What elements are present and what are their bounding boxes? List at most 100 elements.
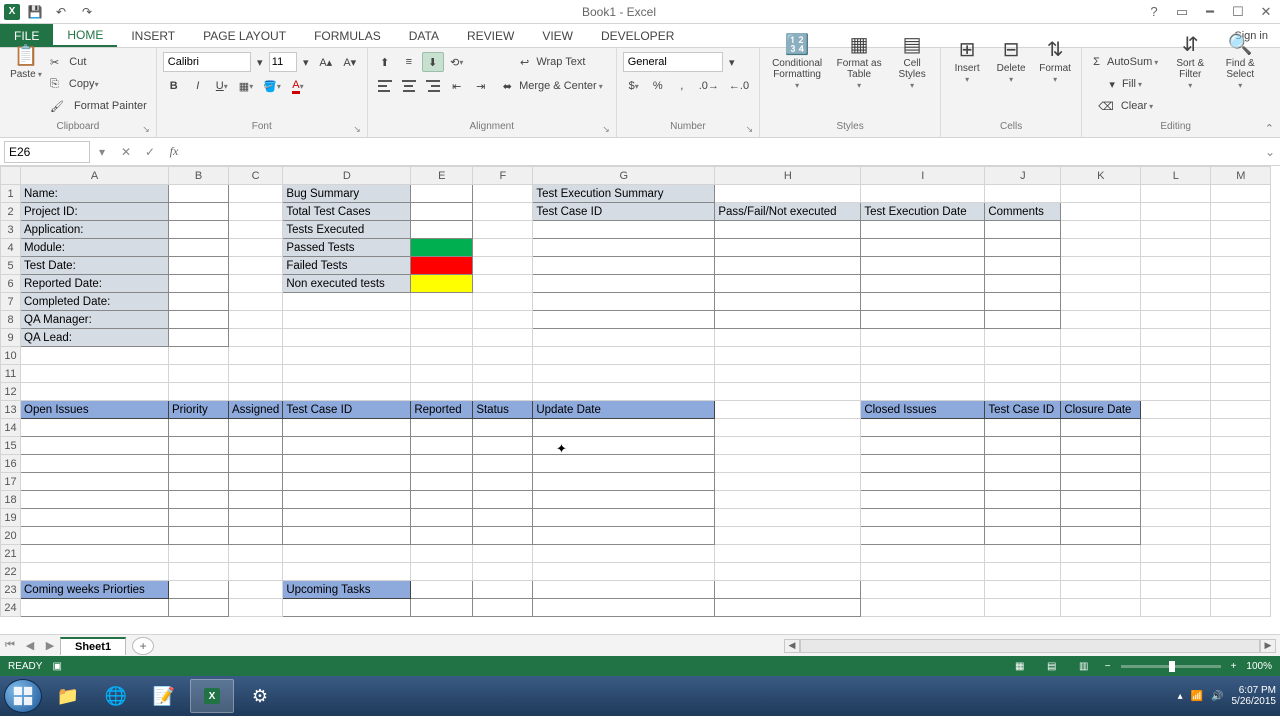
row-header[interactable]: 5 xyxy=(1,257,21,275)
cell[interactable] xyxy=(861,221,985,239)
cell[interactable] xyxy=(985,293,1061,311)
cell[interactable] xyxy=(473,563,533,581)
cell[interactable] xyxy=(1141,563,1211,581)
cell[interactable] xyxy=(229,527,283,545)
cell[interactable] xyxy=(985,563,1061,581)
cell[interactable] xyxy=(169,203,229,221)
tab-home[interactable]: HOME xyxy=(53,24,117,47)
cell[interactable] xyxy=(169,473,229,491)
cell[interactable] xyxy=(985,437,1061,455)
cell[interactable] xyxy=(1211,329,1271,347)
cell[interactable] xyxy=(473,293,533,311)
cell[interactable] xyxy=(473,527,533,545)
sort-filter-button[interactable]: ⇵Sort & Filter xyxy=(1167,52,1213,72)
cell[interactable] xyxy=(715,437,861,455)
cell[interactable] xyxy=(21,419,169,437)
cell[interactable] xyxy=(861,509,985,527)
clear-button[interactable]: ⌫ Clear xyxy=(1088,96,1163,116)
cell[interactable] xyxy=(1141,311,1211,329)
cell[interactable] xyxy=(715,221,861,239)
qat-redo-button[interactable]: ↷ xyxy=(76,2,98,22)
cell[interactable] xyxy=(861,599,985,617)
delete-cells-button[interactable]: ⊟Delete xyxy=(991,52,1031,72)
cell[interactable] xyxy=(411,419,473,437)
cell[interactable] xyxy=(533,365,715,383)
cell[interactable] xyxy=(21,491,169,509)
row-header[interactable]: 6 xyxy=(1,275,21,293)
cell[interactable] xyxy=(411,203,473,221)
font-name-dropdown[interactable]: ▾ xyxy=(253,52,267,72)
cell[interactable] xyxy=(283,455,411,473)
cell[interactable]: Closed Issues xyxy=(861,401,985,419)
cell[interactable] xyxy=(229,455,283,473)
sheet-nav-prev[interactable]: ◀ xyxy=(20,639,40,652)
cell[interactable] xyxy=(473,545,533,563)
cell[interactable] xyxy=(1211,545,1271,563)
col-header-M[interactable]: M xyxy=(1211,167,1271,185)
cell[interactable]: Name: xyxy=(21,185,169,203)
cell[interactable] xyxy=(283,347,411,365)
name-box-input[interactable] xyxy=(4,141,90,163)
percent-format-button[interactable]: % xyxy=(647,76,669,96)
cell[interactable] xyxy=(229,347,283,365)
cell[interactable] xyxy=(715,509,861,527)
cell[interactable] xyxy=(229,239,283,257)
window-close-button[interactable]: ✕ xyxy=(1252,1,1280,23)
cell[interactable] xyxy=(1211,401,1271,419)
cell[interactable] xyxy=(533,221,715,239)
formula-input[interactable] xyxy=(186,141,1260,163)
cell[interactable] xyxy=(715,185,861,203)
tray-volume-icon[interactable]: 🔊 xyxy=(1211,691,1223,702)
wrap-text-button[interactable]: ↩ Wrap Text xyxy=(496,52,610,72)
cell[interactable] xyxy=(283,437,411,455)
insert-cells-button[interactable]: ⊞Insert xyxy=(947,52,987,72)
cell[interactable] xyxy=(411,221,473,239)
cell[interactable] xyxy=(1211,581,1271,599)
cell[interactable]: Priority xyxy=(169,401,229,419)
font-size-dropdown[interactable]: ▾ xyxy=(299,52,313,72)
cell[interactable] xyxy=(411,491,473,509)
cell[interactable] xyxy=(1141,275,1211,293)
cell[interactable] xyxy=(1061,329,1141,347)
cell[interactable] xyxy=(533,257,715,275)
cell[interactable] xyxy=(473,275,533,293)
cell[interactable] xyxy=(229,581,283,599)
cell[interactable] xyxy=(473,419,533,437)
cell[interactable] xyxy=(473,473,533,491)
cell[interactable] xyxy=(229,257,283,275)
cancel-formula-button[interactable]: ✕ xyxy=(114,140,138,164)
cell[interactable]: Upcoming Tasks xyxy=(283,581,411,599)
cell[interactable] xyxy=(229,563,283,581)
decrease-decimal-button[interactable]: ←.0 xyxy=(725,76,753,96)
cell[interactable] xyxy=(473,221,533,239)
cell[interactable] xyxy=(1141,257,1211,275)
cell[interactable] xyxy=(473,347,533,365)
cell[interactable]: Reported xyxy=(411,401,473,419)
cell[interactable] xyxy=(283,365,411,383)
cell[interactable]: Total Test Cases xyxy=(283,203,411,221)
cell[interactable] xyxy=(1211,527,1271,545)
align-middle-button[interactable]: ≡ xyxy=(398,52,420,72)
sheet-nav-first[interactable]: ⏮ xyxy=(0,639,20,652)
cell[interactable]: Failed Tests xyxy=(283,257,411,275)
cell[interactable] xyxy=(1061,257,1141,275)
cell[interactable] xyxy=(985,455,1061,473)
col-header-D[interactable]: D xyxy=(283,167,411,185)
cell[interactable] xyxy=(715,293,861,311)
cell[interactable] xyxy=(1061,239,1141,257)
cell[interactable] xyxy=(1211,257,1271,275)
cell[interactable] xyxy=(985,329,1061,347)
zoom-out-button[interactable]: − xyxy=(1105,661,1111,672)
clipboard-launcher-icon[interactable]: ↘ xyxy=(142,124,150,135)
cell[interactable] xyxy=(283,383,411,401)
cell[interactable] xyxy=(229,293,283,311)
cell[interactable] xyxy=(533,329,715,347)
cell[interactable] xyxy=(21,437,169,455)
copy-button[interactable]: Copy xyxy=(66,74,102,94)
cell[interactable] xyxy=(985,581,1061,599)
cell[interactable] xyxy=(985,347,1061,365)
cell[interactable]: Comments xyxy=(985,203,1061,221)
italic-button[interactable]: I xyxy=(187,76,209,96)
cell[interactable] xyxy=(861,275,985,293)
cell[interactable] xyxy=(533,563,715,581)
